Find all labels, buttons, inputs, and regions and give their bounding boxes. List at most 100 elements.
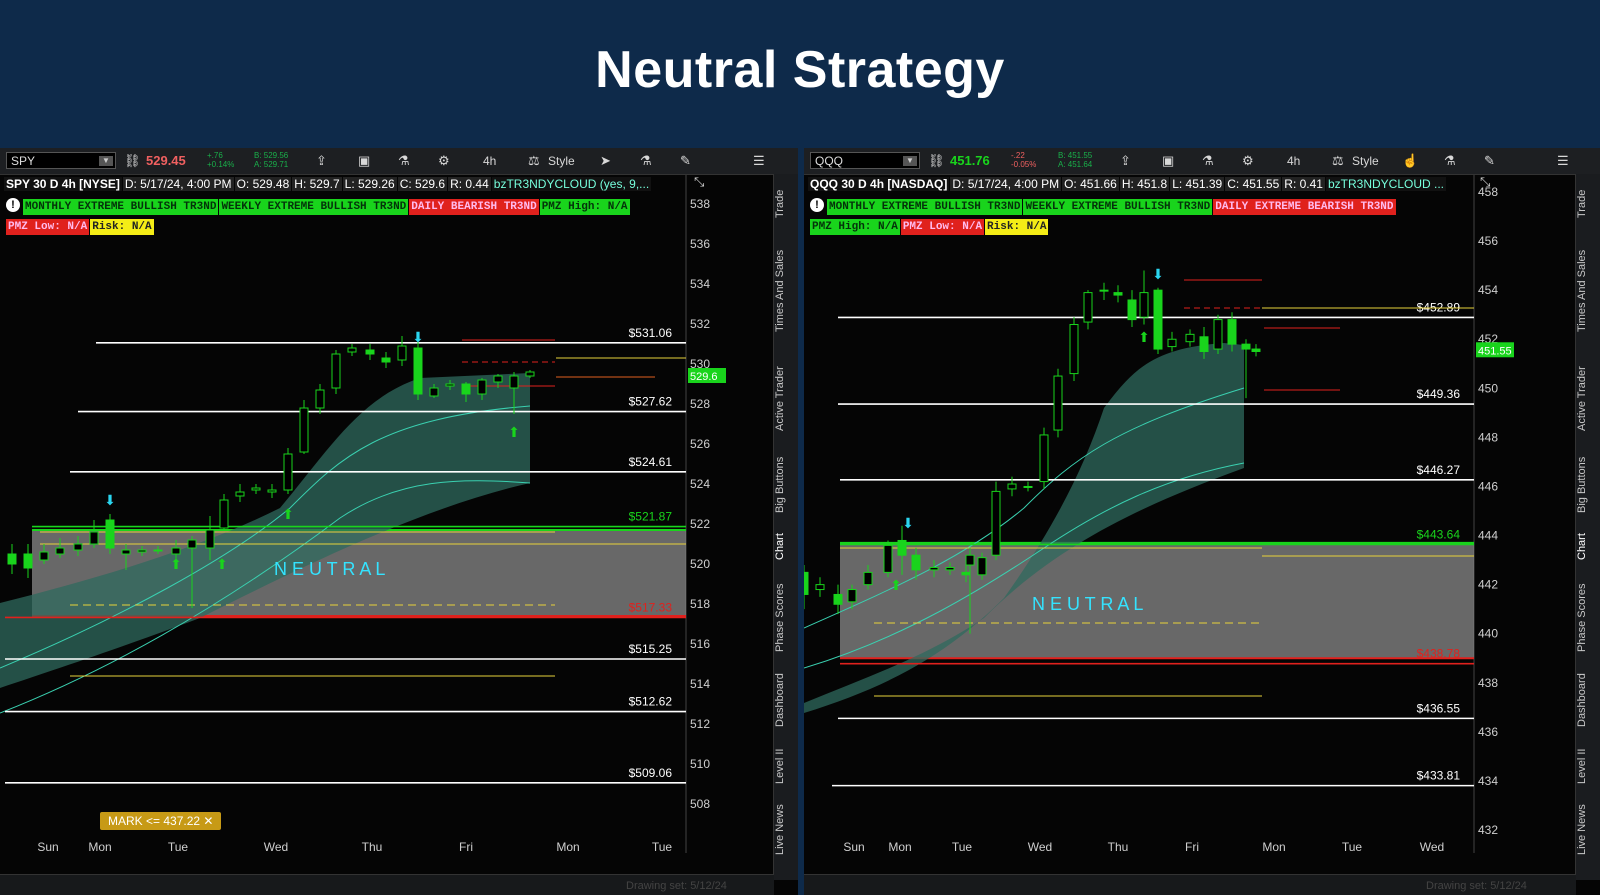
side-tab-phase-scores[interactable]: Phase Scores (774, 578, 798, 658)
price-tick-label: 522 (690, 517, 710, 531)
side-tab-big-buttons[interactable]: Big Buttons (1576, 450, 1600, 520)
side-tab-trade[interactable]: Trade (774, 184, 798, 224)
price-tick-label: 442 (1478, 578, 1498, 592)
chart-symbol-desc: QQQ 30 D 4h [NASDAQ] (808, 177, 950, 191)
candle-body (1153, 289, 1163, 350)
side-tab-active-trader[interactable]: Active Trader (774, 360, 798, 438)
side-tab-chart[interactable]: Chart (774, 530, 798, 564)
flexible-grid-icon[interactable]: ▣ (358, 151, 370, 171)
style-menu[interactable]: Style (548, 151, 575, 171)
style-icon[interactable]: ⚖ (1332, 151, 1344, 171)
gear-icon[interactable]: ⚙ (438, 151, 450, 171)
price-tick-label: 510 (690, 757, 710, 771)
candle-body (251, 487, 261, 491)
price-tick-label: 520 (690, 557, 710, 571)
share-icon[interactable]: ⇪ (316, 151, 327, 171)
trend-labels: ! MONTHLY EXTREME BULLISH TR3ND WEEKLY EXT… (810, 196, 1510, 236)
candle-body (1039, 434, 1049, 483)
interval-selector[interactable]: 4h (1287, 151, 1300, 171)
flask-icon[interactable]: ⚗ (398, 151, 410, 171)
gear-icon[interactable]: ⚙ (1242, 151, 1254, 171)
chart-info-bar: SPY 30 D 4h [NYSE] D: 5/17/24, 4:00 PM O: … (4, 175, 652, 193)
studies-icon[interactable]: ⚗ (1444, 151, 1456, 171)
chart-symbol-desc: SPY 30 D 4h [NYSE] (4, 177, 122, 191)
time-tick-label: Mon (556, 840, 579, 854)
menu-icon[interactable]: ☰ (1557, 151, 1569, 171)
chart-scrollbar[interactable]: Drawing set: 5/12/24 (804, 874, 1576, 895)
side-tab-times-and-sales[interactable]: Times And Sales (774, 236, 798, 346)
bar-range: R: 0.44 (448, 177, 491, 191)
chart-scrollbar[interactable]: Drawing set: 5/12/24 (0, 874, 774, 895)
share-icon[interactable]: ⇪ (1120, 151, 1131, 171)
candle-body (1023, 485, 1033, 488)
symbol-input[interactable]: QQQ ▼ (810, 152, 920, 169)
chevron-down-icon[interactable]: ▼ (99, 156, 113, 166)
side-tab-big-buttons[interactable]: Big Buttons (774, 450, 798, 520)
neutral-zone-label: N E U T R A L (1032, 594, 1143, 614)
link-icon[interactable]: ⛓ (124, 151, 141, 171)
drawings-icon[interactable]: ✎ (1484, 151, 1495, 171)
side-tab-dashboard[interactable]: Dashboard (1576, 668, 1600, 732)
bar-close: C: 529.6 (397, 177, 448, 191)
chevron-down-icon[interactable]: ▼ (903, 156, 917, 166)
study-label[interactable]: bzTR3NDYCLOUD (yes, 9,... (491, 177, 652, 191)
price-tick-label: 456 (1478, 234, 1498, 248)
cursor-icon[interactable]: ➤ (600, 151, 611, 171)
side-tab-times-and-sales[interactable]: Times And Sales (1576, 236, 1600, 346)
style-icon[interactable]: ⚖ (528, 151, 540, 171)
style-menu[interactable]: Style (1352, 151, 1379, 171)
studies-icon[interactable]: ⚗ (640, 151, 652, 171)
candle-body (235, 491, 245, 497)
level-label: $512.62 (629, 695, 673, 709)
chart-panel-spy[interactable]: 538 536 534 532 530 528 526 524 522 520 518 516 514 5… (0, 148, 798, 895)
price-tick-label: 434 (1478, 774, 1498, 788)
collapse-icon[interactable]: ⤡ (1480, 172, 1490, 192)
time-tick-label: Thu (362, 840, 383, 854)
link-icon[interactable]: ⛓ (928, 151, 945, 171)
side-tab-live-news[interactable]: Live News (774, 800, 798, 860)
candle-body (815, 584, 825, 591)
price-tick-label: 448 (1478, 430, 1498, 444)
menu-icon[interactable]: ☰ (753, 151, 765, 171)
alert-icon[interactable]: ! (6, 197, 20, 212)
alert-icon[interactable]: ! (810, 197, 824, 212)
neutral-zone (840, 542, 1474, 659)
trend-label: MONTHLY EXTREME BULLISH TR3ND (23, 199, 219, 215)
chart-canvas-spy[interactable]: 5385365345325305285265245225205185165145… (0, 148, 798, 895)
study-label[interactable]: bzTR3NDYCLOUD ... (1325, 177, 1447, 191)
side-tab-chart[interactable]: Chart (1576, 530, 1600, 564)
collapse-icon[interactable]: ⤡ (694, 172, 704, 192)
price-tick-label: 454 (1478, 283, 1498, 297)
chart-panel-qqq[interactable]: 458 456 454 452 450 448 446 444 442 440 438 436 434 4… (804, 148, 1600, 895)
price-tick-label: 512 (690, 717, 710, 731)
price-tick-label: 446 (1478, 479, 1498, 493)
candle-body (283, 453, 293, 491)
side-tab-level-ii[interactable]: Level II (1576, 744, 1600, 788)
flask-icon[interactable]: ⚗ (1202, 151, 1214, 171)
side-tab-active-trader[interactable]: Active Trader (1576, 360, 1600, 438)
side-tab-phase-scores[interactable]: Phase Scores (1576, 578, 1600, 658)
candle-body (39, 551, 49, 561)
drawings-icon[interactable]: ✎ (680, 151, 691, 171)
candle-body (525, 371, 535, 377)
bar-low: L: 529.26 (342, 177, 397, 191)
symbol-input[interactable]: SPY ▼ (6, 152, 116, 169)
price-tick-label: 444 (1478, 529, 1498, 543)
candle-body (315, 389, 325, 409)
side-tab-level-ii[interactable]: Level II (774, 744, 798, 788)
side-tab-trade[interactable]: Trade (1576, 184, 1600, 224)
net-change: +.76 +0.14% (207, 151, 235, 169)
candle-body (121, 549, 131, 555)
hand-icon[interactable]: ☝ (1402, 151, 1418, 171)
price-tick-label: 450 (1478, 381, 1498, 395)
candle-body (299, 407, 309, 453)
side-tab-dashboard[interactable]: Dashboard (774, 668, 798, 732)
mark-alert-tag[interactable]: MARK <= 437.22 ✕ (100, 812, 222, 830)
candle-body (1199, 336, 1209, 353)
level-label: $452.89 (1417, 300, 1461, 314)
last-price-tag: 529.6 (690, 371, 718, 383)
flexible-grid-icon[interactable]: ▣ (1162, 151, 1174, 171)
side-tab-live-news[interactable]: Live News (1576, 800, 1600, 860)
interval-selector[interactable]: 4h (483, 151, 496, 171)
chart-canvas-qqq[interactable]: 4584564544524504484464444424404384364344… (804, 148, 1600, 895)
